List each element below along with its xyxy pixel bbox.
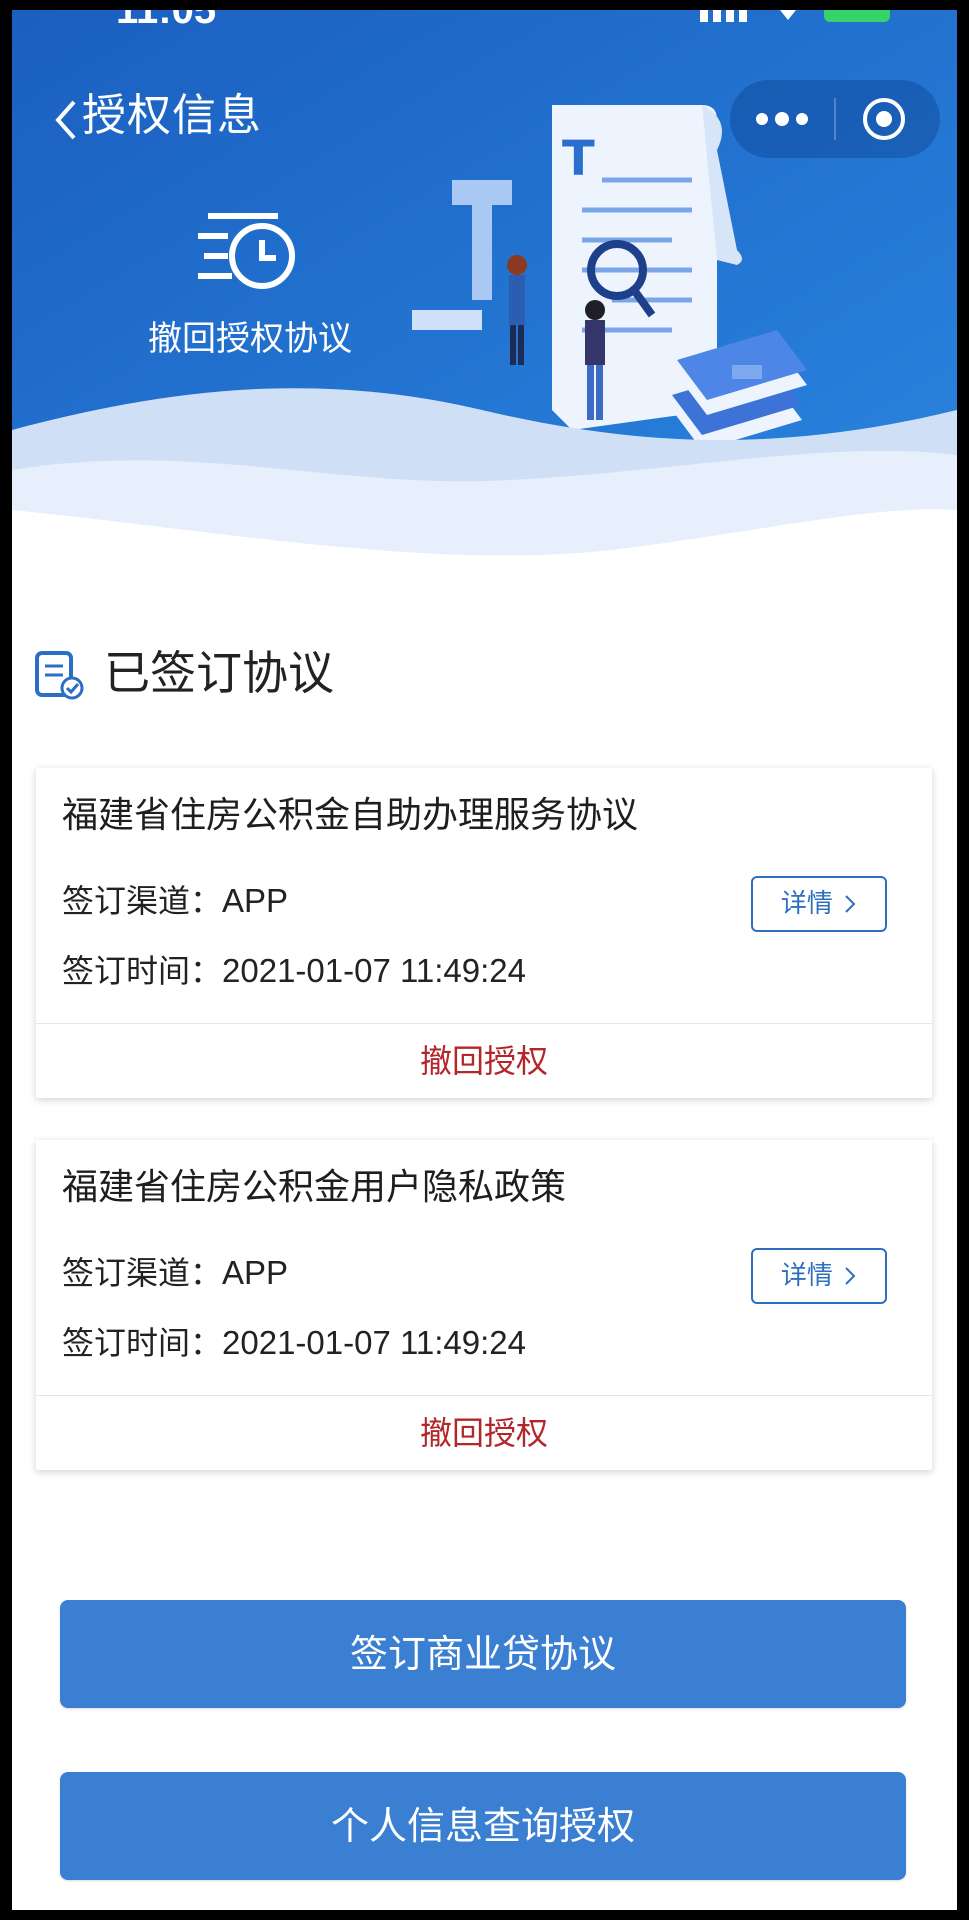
page-title: 授权信息 [82, 90, 262, 141]
battery-icon [824, 10, 890, 22]
time-label: 签订时间： [62, 952, 223, 990]
detail-label: 详情 [780, 889, 833, 919]
back-button[interactable] [46, 88, 86, 148]
time-value: 2021-01-07 11:49:24 [222, 1324, 526, 1361]
agreement-channel-row: 签订渠道：APP [62, 1250, 288, 1296]
agreement-card: 福建省住房公积金自助办理服务协议 签订渠道：APP 签订时间：2021-01-0… [36, 768, 932, 1098]
target-circle-icon [863, 98, 905, 140]
sign-commercial-loan-button[interactable]: 签订商业贷协议 [60, 1600, 906, 1708]
detail-label: 详情 [780, 1261, 833, 1291]
document-check-icon [35, 651, 84, 700]
mini-program-capsule [730, 80, 940, 158]
detail-button[interactable]: 详情 [751, 876, 887, 932]
detail-button[interactable]: 详情 [751, 1248, 887, 1304]
agreement-time-row: 签订时间：2021-01-07 11:49:24 [62, 1320, 526, 1366]
section-header: 已签订协议 [34, 640, 534, 710]
channel-value: APP [222, 882, 289, 919]
chevron-left-icon [55, 100, 76, 140]
chevron-right-icon [845, 1267, 856, 1285]
status-bar: 11:05 [12, 10, 957, 32]
personal-info-auth-button[interactable]: 个人信息查询授权 [60, 1772, 906, 1880]
time-label: 签订时间： [62, 1324, 223, 1362]
list-clock-icon [198, 213, 295, 289]
more-dots-icon [756, 112, 808, 126]
time-value: 2021-01-07 11:49:24 [222, 952, 526, 989]
agreement-card: 福建省住房公积金用户隐私政策 签订渠道：APP 签订时间：2021-01-07 … [36, 1140, 932, 1470]
wifi-icon [780, 10, 796, 20]
agreement-time-row: 签订时间：2021-01-07 11:49:24 [62, 948, 526, 994]
signal-icon [700, 10, 747, 22]
revoke-authorization-button[interactable]: 撤回授权 [36, 1396, 932, 1470]
header-banner: T 11:05 授权信息 撤回授权协议 [12, 10, 957, 570]
revoke-agreement-entry[interactable]: 撤回授权协议 [130, 206, 370, 366]
agreement-title: 福建省住房公积金用户隐私政策 [62, 1167, 567, 1208]
agreement-title: 福建省住房公积金自助办理服务协议 [62, 795, 639, 836]
agreement-channel-row: 签订渠道：APP [62, 878, 288, 924]
app-screen: T 11:05 授权信息 撤回授权协议 已签订协议 福建省住房公积金自助办理服务… [12, 10, 957, 1910]
chevron-right-icon [845, 895, 856, 913]
channel-label: 签订渠道： [62, 1254, 223, 1292]
channel-value: APP [222, 1254, 289, 1291]
revoke-entry-label: 撤回授权协议 [148, 319, 352, 359]
close-button[interactable] [836, 80, 940, 158]
channel-label: 签订渠道： [62, 882, 223, 920]
nav-bar: 授权信息 [12, 80, 957, 160]
more-button[interactable] [730, 80, 834, 158]
status-time: 11:05 [116, 10, 217, 32]
revoke-authorization-button[interactable]: 撤回授权 [36, 1024, 932, 1098]
section-title: 已签订协议 [104, 646, 334, 700]
